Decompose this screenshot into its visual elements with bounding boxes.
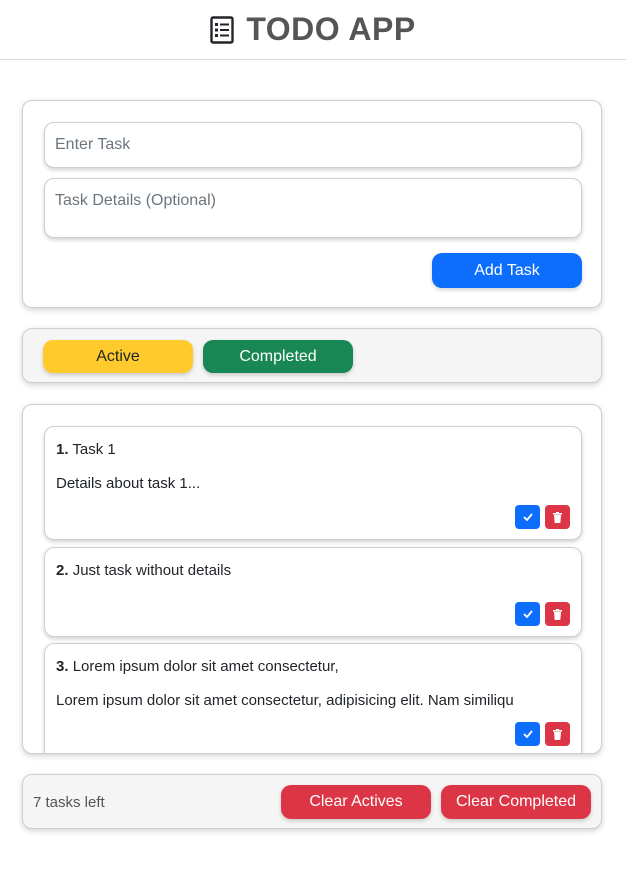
clear-actives-button[interactable]: Clear Actives	[281, 785, 431, 819]
task-list[interactable]: 1. Task 1 Details about task 1... 2. Jus…	[22, 404, 602, 754]
add-task-form: Add Task	[22, 100, 602, 308]
complete-task-button[interactable]	[515, 602, 540, 626]
task-item: 3. Lorem ipsum dolor sit amet consectetu…	[44, 643, 582, 753]
task-input[interactable]	[44, 122, 582, 168]
check-icon	[522, 730, 533, 738]
task-item: 2. Just task without details	[44, 547, 582, 637]
complete-task-button[interactable]	[515, 505, 540, 529]
check-icon	[522, 513, 533, 521]
footer-bar: 7 tasks left Clear Actives Clear Complet…	[22, 774, 602, 829]
app-header: TODO APP	[0, 0, 626, 60]
task-number: 1.	[56, 441, 69, 458]
page-title: TODO APP	[246, 11, 416, 47]
delete-task-button[interactable]	[545, 722, 570, 746]
task-title: 3. Lorem ipsum dolor sit amet consectetu…	[56, 658, 339, 675]
trash-icon	[553, 728, 562, 740]
delete-task-button[interactable]	[545, 602, 570, 626]
delete-task-button[interactable]	[545, 505, 570, 529]
tasks-left-count: 7 tasks left	[33, 794, 105, 811]
task-title: 1. Task 1	[56, 441, 116, 458]
task-title-text: Lorem ipsum dolor sit amet consectetur,	[72, 658, 339, 675]
task-item: 1. Task 1 Details about task 1...	[44, 426, 582, 540]
trash-icon	[553, 608, 562, 620]
task-title-text: Task 1	[72, 441, 116, 458]
list-icon	[210, 15, 235, 44]
task-number: 2.	[56, 562, 69, 579]
check-icon	[522, 610, 533, 618]
task-details: Details about task 1...	[56, 475, 201, 492]
complete-task-button[interactable]	[515, 722, 540, 746]
task-number: 3.	[56, 658, 69, 675]
clear-completed-button[interactable]: Clear Completed	[441, 785, 591, 819]
task-title-text: Just task without details	[72, 562, 232, 579]
trash-icon	[553, 511, 562, 523]
task-details: Lorem ipsum dolor sit amet consectetur, …	[56, 692, 514, 709]
completed-filter-button[interactable]: Completed	[203, 340, 353, 373]
filter-bar: Active Completed	[22, 328, 602, 383]
active-filter-button[interactable]: Active	[43, 340, 193, 373]
add-task-button[interactable]: Add Task	[432, 253, 582, 288]
task-details-input[interactable]	[44, 178, 582, 238]
task-title: 2. Just task without details	[56, 562, 231, 579]
